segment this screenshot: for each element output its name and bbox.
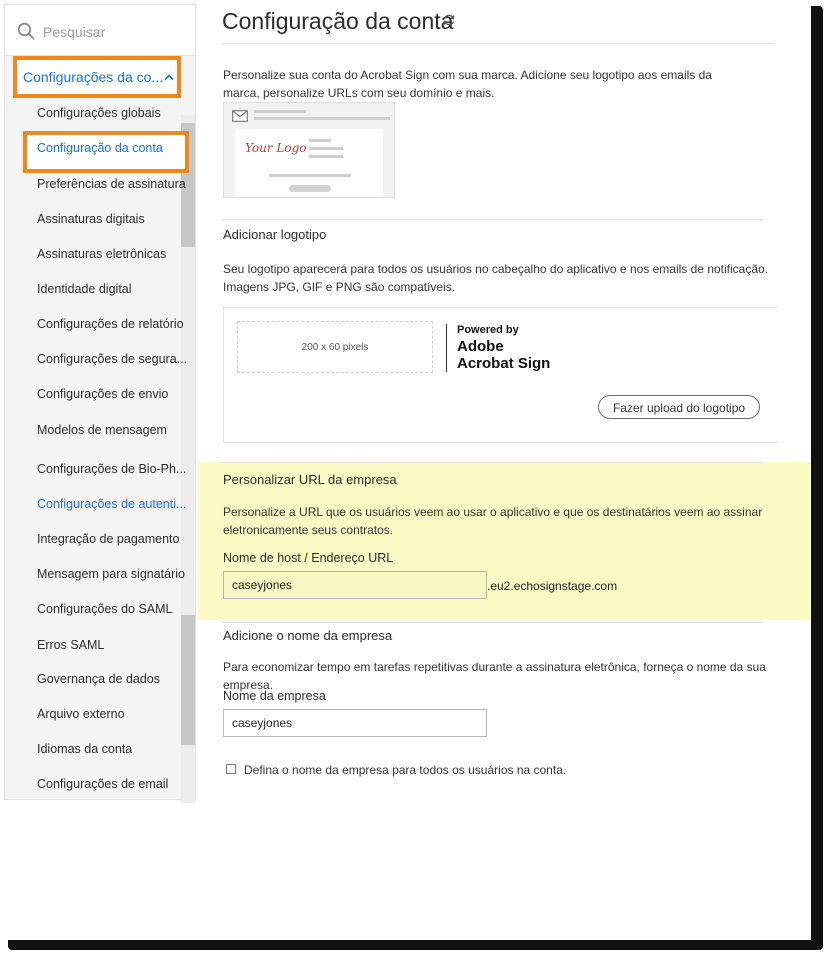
custom-url-heading: Personalizar URL da empresa — [223, 472, 397, 487]
sidebar-item-account-languages[interactable]: Idiomas da conta — [37, 742, 132, 756]
preview-line — [309, 155, 343, 158]
brand-line-2: Acrobat Sign — [457, 355, 551, 372]
search-icon — [17, 22, 35, 40]
preview-logo-text: Your Logo — [245, 141, 307, 155]
page-title: Configuração da conta — [222, 8, 454, 34]
sidebar-item-global-settings[interactable]: Configurações globais — [37, 106, 161, 120]
sidebar-group-account-settings[interactable]: Configurações da co... — [13, 56, 181, 98]
company-name-label: Nome da empresa — [223, 689, 326, 703]
apply-to-all-users-checkbox[interactable] — [226, 764, 236, 774]
brand-line-1: Adobe — [457, 338, 504, 355]
preview-line — [254, 117, 390, 120]
add-logo-heading: Adicionar logotipo — [223, 227, 327, 242]
section-divider — [222, 622, 763, 623]
sidebar-item-send-settings[interactable]: Configurações de envio — [37, 387, 168, 401]
preview-line — [309, 139, 331, 142]
sidebar-item-digital-identity[interactable]: Identidade digital — [37, 282, 132, 296]
logo-divider — [446, 324, 447, 372]
hostname-label: Nome de host / Endereço URL — [223, 551, 394, 565]
sidebar-item-saml-settings[interactable]: Configurações do SAML — [37, 602, 173, 616]
sidebar-item-bio-pharma-settings[interactable]: Configurações de Bio-Ph... — [37, 462, 186, 476]
sidebar-item-data-governance[interactable]: Governança de dados — [37, 672, 160, 686]
intro-line-2: marca, personalize URLs com seu domínio … — [223, 86, 495, 100]
sidebar-item-payment-integration[interactable]: Integração de pagamento — [37, 532, 179, 546]
logo-upload-panel: 200 x 60 pixels Powered by Adobe Acrobat… — [223, 307, 777, 443]
refresh-icon[interactable] — [442, 13, 456, 27]
sidebar-item-email-settings[interactable]: Configurações de email — [37, 777, 168, 791]
section-divider — [222, 462, 763, 463]
window-shadow-right — [811, 6, 823, 946]
sidebar-scrollbar-thumb-lower[interactable] — [181, 615, 195, 745]
preview-line — [309, 147, 343, 150]
title-divider — [222, 43, 775, 44]
search-box[interactable]: Pesquisar — [5, 5, 195, 56]
adobe-acrobat-sign-logo: Adobe Acrobat Sign — [457, 338, 550, 372]
sidebar-item-signing-preferences[interactable]: Preferências de assinatura — [37, 177, 186, 191]
sidebar-item-message-templates[interactable]: Modelos de mensagem — [37, 423, 167, 437]
checkbox-label: Defina o nome da empresa para todos os u… — [244, 763, 567, 777]
intro-text: Personalize sua conta do Acrobat Sign co… — [223, 66, 712, 102]
sidebar-group-label: Configurações da co... — [23, 69, 164, 85]
company-name-input[interactable]: caseyjones — [223, 709, 487, 737]
sidebar-item-external-archive[interactable]: Arquivo externo — [37, 707, 125, 721]
add-logo-description: Seu logotipo aparecerá para todos os usu… — [223, 260, 768, 296]
preview-email-body: Your Logo — [235, 129, 383, 197]
preview-button — [289, 185, 331, 192]
intro-line-1: Personalize sua conta do Acrobat Sign co… — [223, 68, 712, 82]
preview-line — [254, 110, 306, 113]
add-logo-desc-line-1: Seu logotipo aparecerá para todos os usu… — [223, 262, 769, 276]
envelope-icon — [232, 110, 248, 122]
custom-url-description: Personalize a URL que os usuários veem a… — [223, 503, 762, 539]
email-branding-preview: Your Logo — [223, 102, 395, 198]
powered-by-label: Powered by — [457, 324, 519, 336]
app-window: Pesquisar Configurações da co... Configu… — [0, 0, 811, 940]
search-placeholder: Pesquisar — [43, 24, 106, 40]
sidebar-item-report-settings[interactable]: Configurações de relatório — [37, 317, 184, 331]
sidebar-item-digital-signatures[interactable]: Assinaturas digitais — [37, 212, 145, 226]
custom-url-desc-line-1: Personalize a URL que os usuários veem a… — [223, 505, 763, 519]
sidebar-item-account-setup[interactable]: Configuração da conta — [37, 141, 163, 155]
chevron-up-icon — [164, 74, 174, 81]
custom-url-desc-line-2: eletronicamente seus contratos. — [223, 523, 394, 537]
sidebar: Pesquisar Configurações da co... Configu… — [4, 4, 196, 803]
company-name-heading: Adicione o nome da empresa — [223, 628, 393, 643]
section-divider — [222, 219, 763, 220]
sidebar-item-electronic-signatures[interactable]: Assinaturas eletrônicas — [37, 247, 166, 261]
add-logo-desc-line-2: Imagens JPG, GIF e PNG são compatíveis. — [223, 280, 456, 294]
sidebar-item-signer-message[interactable]: Mensagem para signatário — [37, 567, 185, 581]
preview-line — [269, 174, 351, 177]
domain-suffix: .eu2.echosignstage.com — [487, 579, 618, 593]
hostname-input[interactable]: caseyjones — [223, 571, 487, 599]
logo-placeholder-size: 200 x 60 pixels — [301, 342, 369, 353]
logo-placeholder: 200 x 60 pixels — [237, 321, 433, 373]
upload-logo-button[interactable]: Fazer upload do logotipo — [598, 395, 760, 419]
sidebar-item-security-settings[interactable]: Configurações de segura... — [37, 352, 187, 366]
sidebar-item-saml-errors[interactable]: Erros SAML — [37, 638, 104, 652]
sidebar-item-authentication-settings[interactable]: Configurações de autenti... — [37, 497, 186, 511]
